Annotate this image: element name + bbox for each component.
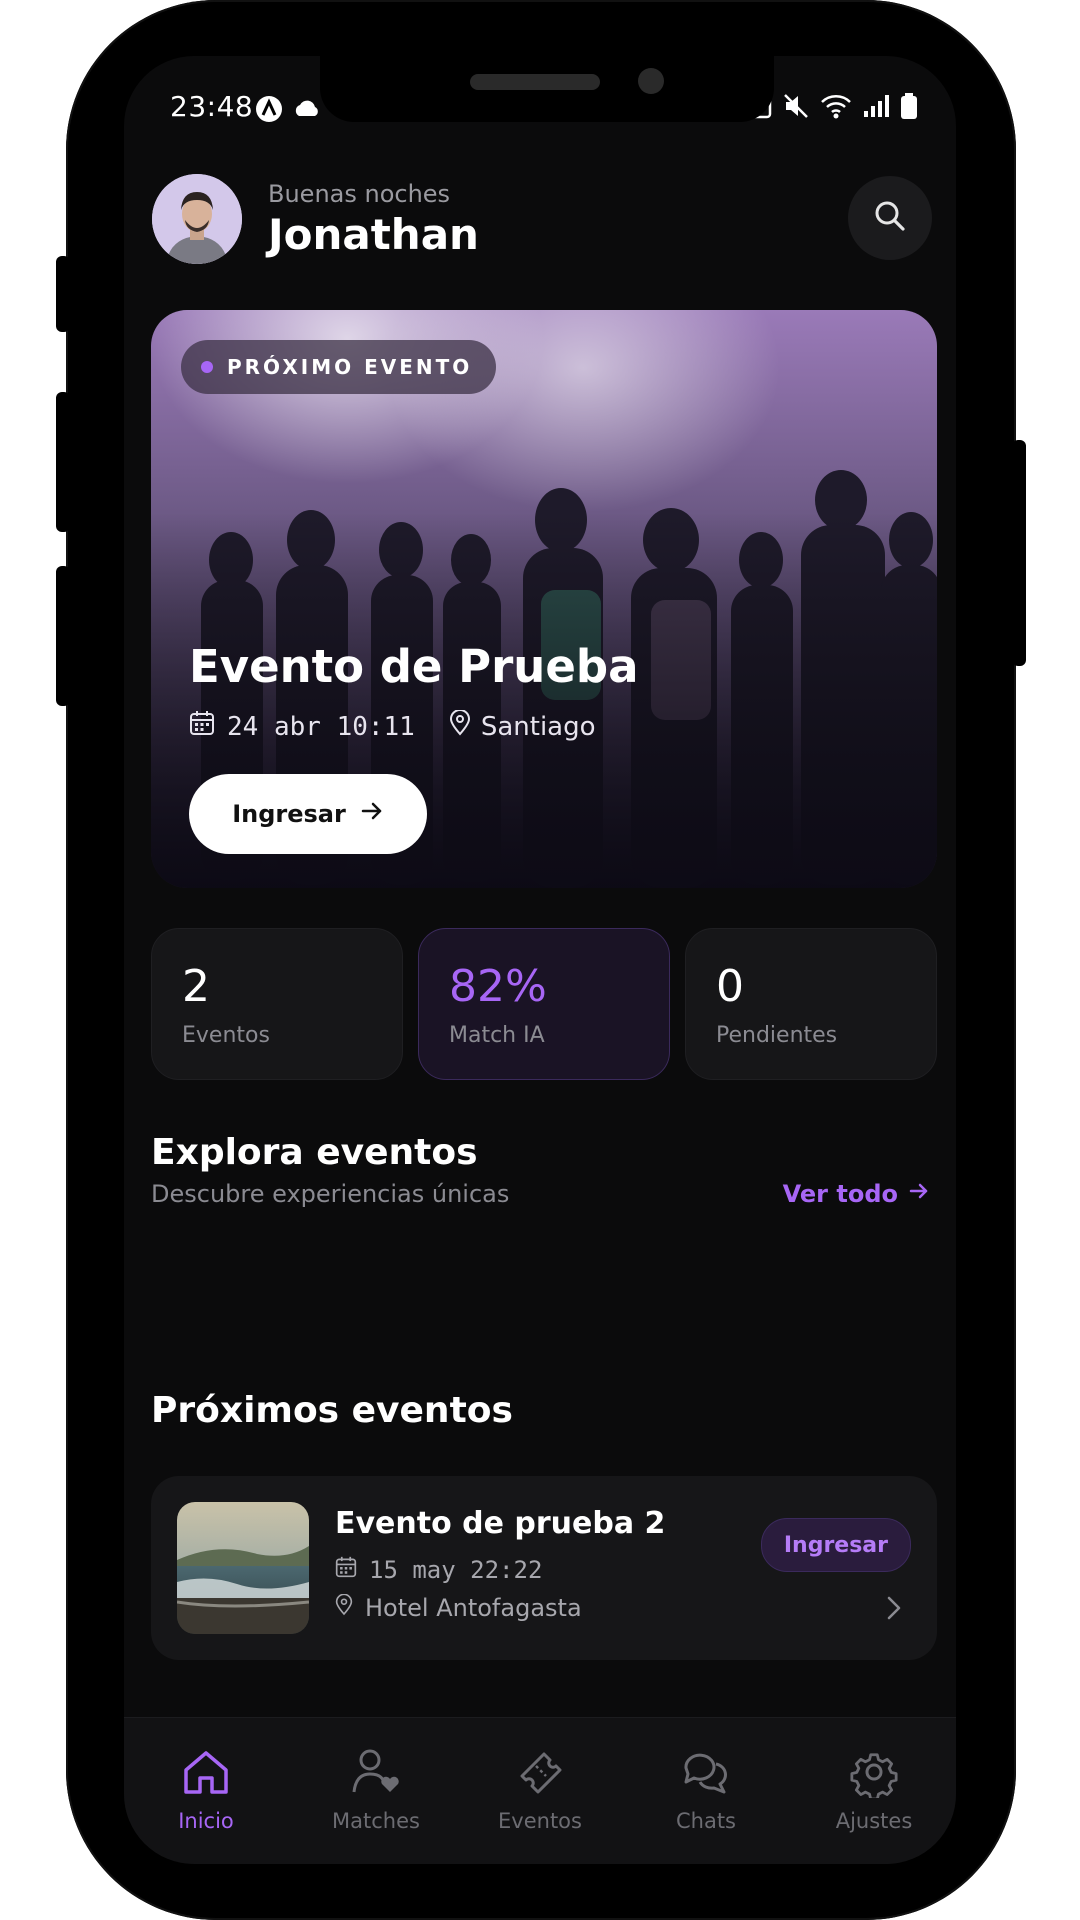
wifi-icon — [820, 92, 852, 127]
home-icon — [180, 1746, 232, 1809]
battery-icon — [900, 92, 918, 127]
upcoming-event-location: Hotel Antofagasta — [365, 1594, 582, 1622]
stat-label: Pendientes — [716, 1023, 838, 1048]
tab-matches[interactable]: Matches — [306, 1746, 446, 1856]
phone-power-button — [1012, 440, 1026, 666]
next-event-badge: PRÓXIMO EVENTO — [181, 340, 497, 394]
gear-icon — [848, 1746, 900, 1809]
speaker — [470, 74, 600, 90]
front-camera — [638, 68, 664, 94]
home-header: Buenas noches Jonathan — [152, 174, 932, 274]
phone-volume-up — [56, 392, 70, 532]
event-thumbnail — [177, 1502, 309, 1634]
explore-section-subtitle: Descubre experiencias únicas — [151, 1180, 510, 1208]
user-name: Jonathan — [268, 210, 479, 259]
location-pin-icon — [335, 1593, 353, 1622]
stat-card-pending[interactable]: 0 Pendientes — [685, 928, 937, 1080]
upcoming-event-title: Evento de prueba 2 — [335, 1506, 666, 1541]
tab-label: Matches — [332, 1809, 420, 1833]
featured-event-meta: 24 abr 10:11 Santiago — [189, 709, 596, 743]
stat-card-match-ai[interactable]: 82% Match IA — [418, 928, 670, 1080]
enter-event-button[interactable]: Ingresar — [189, 774, 427, 854]
location-pin-icon — [449, 709, 471, 743]
tab-chats[interactable]: Chats — [636, 1746, 776, 1856]
search-button[interactable] — [848, 176, 932, 260]
arrow-right-icon — [360, 799, 384, 829]
stats-row: 2 Eventos 82% Match IA 0 Pendientes — [151, 928, 937, 1080]
arrow-right-icon — [908, 1180, 930, 1208]
upcoming-enter-button[interactable]: Ingresar — [760, 1518, 911, 1572]
stat-value: 0 — [716, 961, 744, 1012]
upcoming-event-location-row: Hotel Antofagasta — [335, 1593, 582, 1622]
stat-card-events[interactable]: 2 Eventos — [151, 928, 403, 1080]
chevron-right-icon[interactable] — [883, 1594, 905, 1626]
app-notification-icon — [254, 94, 284, 131]
upcoming-section-title: Próximos eventos — [151, 1390, 513, 1431]
phone-side-button — [56, 256, 70, 332]
tab-inicio[interactable]: Inicio — [136, 1746, 276, 1856]
upcoming-event-date-row: 15 may 22:22 — [335, 1556, 542, 1584]
enter-button-label: Ingresar — [232, 800, 346, 828]
cloud-icon — [292, 94, 322, 131]
calendar-icon — [189, 710, 215, 743]
stat-label: Match IA — [449, 1023, 545, 1048]
avatar[interactable] — [152, 174, 242, 264]
chat-bubbles-icon — [680, 1746, 732, 1809]
calendar-icon — [335, 1556, 357, 1584]
badge-dot — [201, 361, 213, 373]
phone-volume-down — [56, 566, 70, 706]
upcoming-event-date: 15 may 22:22 — [369, 1556, 543, 1584]
tab-label: Eventos — [498, 1809, 582, 1833]
tab-eventos[interactable]: Eventos — [470, 1746, 610, 1856]
featured-event-title: Evento de Prueba — [189, 640, 639, 693]
explore-section-title: Explora eventos — [151, 1132, 478, 1173]
upcoming-event-card[interactable]: Evento de prueba 2 15 may 22:22 Hotel An… — [151, 1476, 937, 1660]
tab-label: Chats — [675, 1809, 737, 1833]
featured-event-location: Santiago — [480, 711, 596, 742]
see-all-link[interactable]: Ver todo — [783, 1180, 930, 1208]
greeting-text: Buenas noches — [268, 180, 451, 208]
see-all-label: Ver todo — [782, 1180, 898, 1208]
ticket-icon — [514, 1746, 566, 1809]
featured-event-card[interactable]: PRÓXIMO EVENTO Evento de Prueba 24 abr 1… — [151, 310, 937, 888]
stat-value: 2 — [182, 961, 210, 1012]
user-heart-icon — [350, 1746, 402, 1809]
signal-icon — [862, 93, 890, 126]
tab-ajustes[interactable]: Ajustes — [804, 1746, 944, 1856]
app-screen: 23:48 Buenas noches Jonathan PRÓXIMO EVE… — [124, 56, 956, 1864]
stat-value: 82% — [449, 961, 547, 1012]
tab-label: Inicio — [178, 1809, 234, 1833]
tab-label: Ajustes — [835, 1809, 913, 1833]
bottom-tab-bar: Inicio Matches Eventos Chats Ajustes — [124, 1717, 956, 1864]
search-icon — [873, 199, 907, 237]
badge-label: PRÓXIMO EVENTO — [227, 355, 473, 379]
mute-icon — [782, 92, 810, 127]
stat-label: Eventos — [182, 1023, 270, 1048]
status-time: 23:48 — [170, 90, 254, 123]
featured-event-date: 24 abr 10:11 — [227, 711, 415, 742]
